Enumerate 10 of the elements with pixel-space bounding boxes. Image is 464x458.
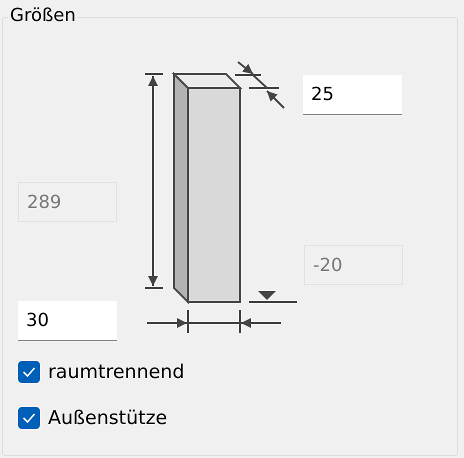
input-field[interactable]: 25 bbox=[303, 75, 402, 115]
depth-dimension bbox=[235, 61, 285, 109]
checkbox[interactable] bbox=[18, 407, 40, 429]
checkmark-icon bbox=[22, 366, 36, 378]
checkbox-label: Außenstütze bbox=[48, 407, 168, 429]
checkmark-icon bbox=[22, 412, 36, 424]
checkbox[interactable] bbox=[18, 361, 40, 383]
ground-level-icon bbox=[249, 291, 297, 303]
checkbox-label: raumtrennend bbox=[48, 361, 184, 383]
input-field[interactable]: 30 bbox=[18, 301, 117, 341]
